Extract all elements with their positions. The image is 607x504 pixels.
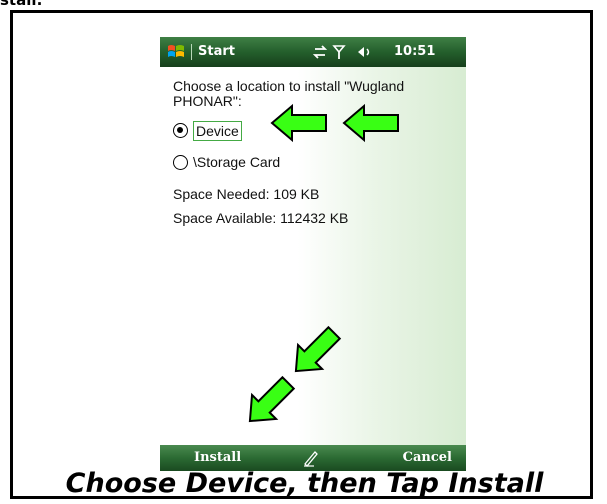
device-radio[interactable] [173, 123, 188, 138]
arrow-down-left-icon [248, 375, 296, 423]
sip-pen-icon[interactable] [302, 449, 320, 467]
slide-frame: Start 10:51 Choose a location to install… [10, 10, 593, 499]
clock-time: 10:51 [394, 44, 436, 59]
space-needed: Space Needed: 109 KB [173, 186, 320, 202]
arrow-left-icon [270, 103, 327, 143]
cancel-softkey[interactable]: Cancel [403, 450, 452, 465]
space-available: Space Available: 112432 KB [173, 210, 349, 226]
windows-start-icon[interactable] [166, 42, 186, 62]
install-softkey[interactable]: Install [194, 450, 241, 465]
signal-icon [332, 45, 346, 59]
connectivity-icon [312, 45, 328, 59]
volume-icon [358, 47, 370, 57]
status-bar: Start 10:51 [160, 37, 466, 67]
cropped-header-text: stall: [0, 0, 43, 9]
status-icons [312, 45, 370, 59]
device-screen: Start 10:51 Choose a location to install… [160, 37, 466, 471]
start-label[interactable]: Start [198, 44, 235, 59]
storage-card-label[interactable]: \Storage Card [193, 154, 280, 170]
instruction-caption: Choose Device, then Tap Install [65, 468, 544, 499]
status-separator [191, 44, 192, 60]
arrow-left-icon [342, 103, 399, 143]
device-label[interactable]: Device [193, 121, 242, 141]
storage-card-radio[interactable] [173, 155, 188, 170]
